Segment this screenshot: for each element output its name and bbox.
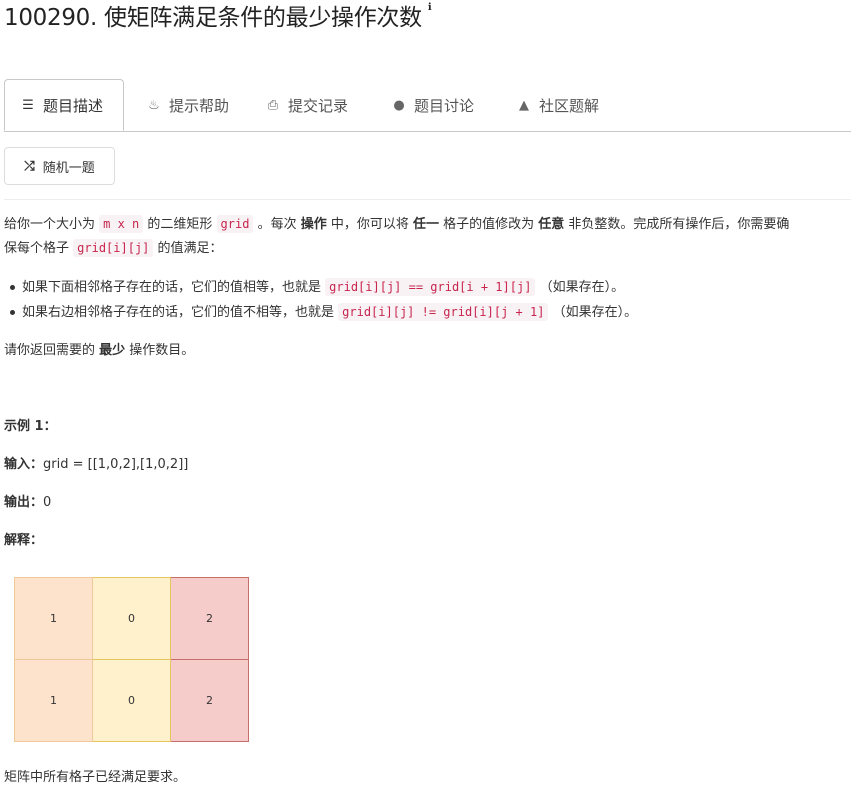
tab-bar: ☰ 题目描述 ♨ 提示帮助 ⎙ 提交记录 ● 题目讨论 ▲ 社区题解 — [4, 79, 851, 132]
matrix-cell: 2 — [170, 577, 249, 660]
matrix-cell: 0 — [92, 577, 171, 660]
matrix-cell: 2 — [170, 659, 249, 742]
bulb-icon: ♨ — [148, 97, 160, 113]
tab-label: 社区题解 — [539, 96, 600, 115]
divider — [4, 199, 851, 200]
example-note: 矩阵中所有格子已经满足要求。 — [4, 770, 187, 785]
file-code-icon: ⎙ — [267, 97, 279, 113]
problem-title-row: 100290. 使矩阵满足条件的最少操作次数 ℹ — [4, 0, 432, 32]
matrix-row: 1 0 2 — [14, 659, 249, 742]
example-heading: 示例 1： — [4, 419, 57, 434]
matrix-row: 1 0 2 — [14, 577, 249, 660]
ask-line: 请你返回需要的 最少 操作数目。 — [4, 343, 195, 358]
tab-hints[interactable]: ♨ 提示帮助 — [146, 79, 229, 131]
shuffle-icon: ⤮ — [24, 158, 35, 174]
matrix-cell: 0 — [92, 659, 171, 742]
desc-line-2: 保每个格子 grid[i][j] 的值满足： — [4, 239, 223, 257]
code-inline: m x n — [99, 215, 144, 233]
code-inline: grid[i][j] == grid[i + 1][j] — [325, 278, 536, 296]
page-title: 100290. 使矩阵满足条件的最少操作次数 — [4, 5, 422, 31]
tab-label: 提示帮助 — [169, 96, 230, 115]
random-button-label: 随机一题 — [42, 160, 95, 176]
tab-discussion[interactable]: ● 题目讨论 — [391, 79, 474, 131]
desc-line-1: 给你一个大小为 m x n 的二维矩形 grid 。每次 操作 中，你可以将 任… — [4, 215, 790, 233]
code-inline: grid[i][j] != grid[i][j + 1] — [338, 303, 549, 321]
example-explain: 解释： — [4, 533, 44, 548]
matrix-cell: 1 — [14, 659, 93, 742]
code-inline: grid — [216, 215, 254, 233]
info-icon[interactable]: ℹ — [428, 2, 432, 13]
tab-label: 提交记录 — [288, 96, 349, 115]
tab-label: 题目讨论 — [414, 96, 475, 115]
list-item: 如果右边相邻格子存在的话，它们的值不相等，也就是 grid[i][j] != g… — [9, 300, 637, 325]
example-matrix: 1 0 2 1 0 2 — [14, 577, 249, 742]
code-inline: grid[i][j] — [73, 239, 154, 257]
example-output: 输出：0 — [4, 495, 52, 510]
list-icon: ☰ — [22, 97, 34, 113]
comments-icon: ● — [393, 97, 405, 113]
tab-solutions[interactable]: ▲ 社区题解 — [516, 79, 599, 131]
tab-label: 题目描述 — [43, 96, 104, 115]
tab-submissions[interactable]: ⎙ 提交记录 — [265, 79, 348, 131]
matrix-cell: 1 — [14, 577, 93, 660]
random-problem-button[interactable]: ⤮ 随机一题 — [4, 147, 115, 185]
tab-description[interactable]: ☰ 题目描述 — [4, 79, 124, 131]
flask-icon: ▲ — [519, 97, 529, 113]
list-item: 如果下面相邻格子存在的话，它们的值相等，也就是 grid[i][j] == gr… — [9, 275, 624, 300]
example-input: 输入：grid = [[1,0,2],[1,0,2]] — [4, 457, 189, 472]
